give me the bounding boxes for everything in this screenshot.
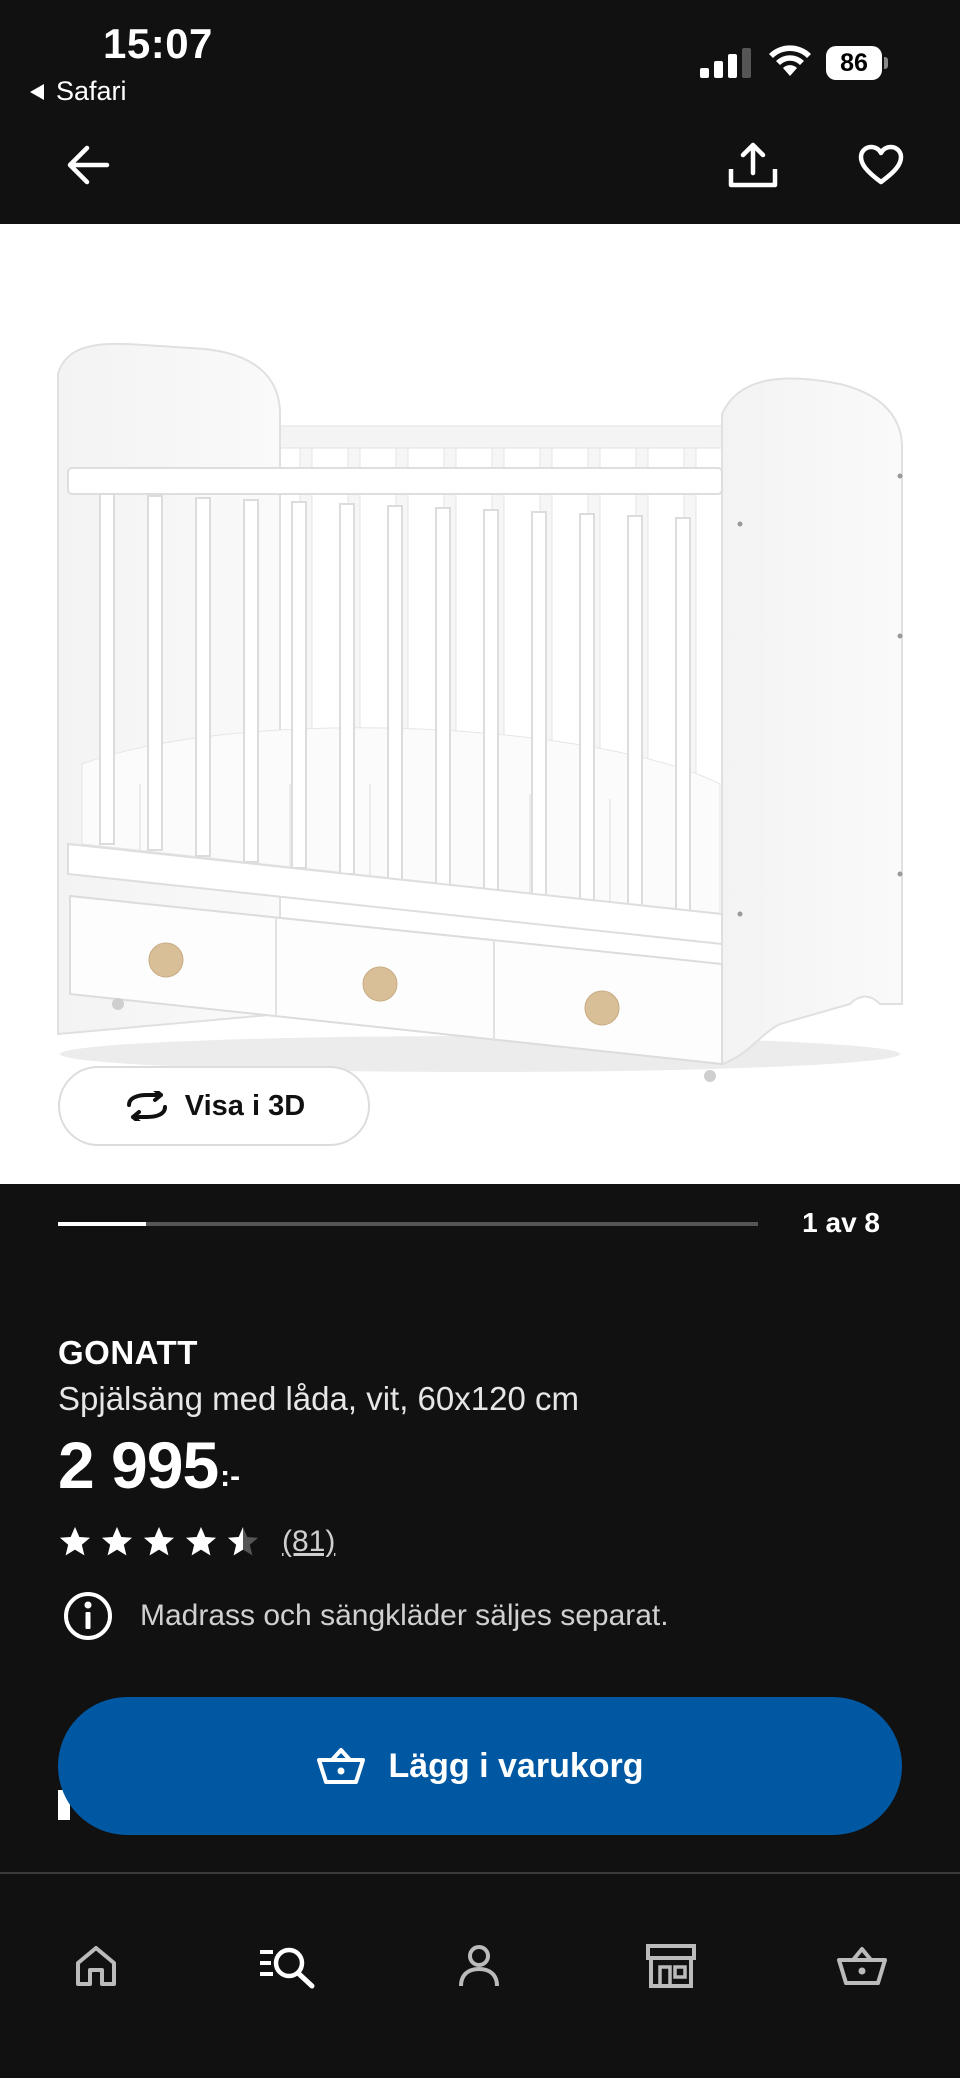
wifi-icon <box>769 45 811 76</box>
home-icon <box>76 1946 116 1986</box>
star-full-icon <box>144 1527 174 1556</box>
back-button[interactable] <box>53 130 123 200</box>
nav-search[interactable] <box>251 1930 323 2002</box>
status-time: 15:07 <box>103 20 213 67</box>
person-icon <box>459 1945 499 1987</box>
gallery-progress-bar <box>58 1222 758 1226</box>
product-notice: Madrass och sängkläder säljes separat. <box>62 1590 669 1642</box>
price-suffix: :- <box>220 1460 241 1493</box>
product-image-gallery[interactable]: Visa i 3D <box>0 224 960 1184</box>
basket-icon <box>317 1748 366 1784</box>
battery-level: 86 <box>826 46 882 80</box>
nav-home[interactable] <box>60 1930 132 2002</box>
store-icon <box>646 1944 696 1988</box>
gallery-progress-fill <box>58 1222 146 1226</box>
add-to-cart-label: Lägg i varukorg <box>388 1746 644 1785</box>
rotate-icon <box>126 1091 167 1121</box>
product-rating[interactable]: (81) <box>58 1525 335 1559</box>
star-full-icon <box>186 1527 216 1556</box>
back-triangle-icon <box>30 83 44 100</box>
add-to-cart-button[interactable]: Lägg i varukorg <box>58 1697 902 1835</box>
bottom-navigation <box>0 1872 960 2078</box>
product-name: GONATT <box>58 1334 198 1371</box>
battery-indicator: 86 <box>826 46 888 80</box>
star-half-icon <box>228 1527 258 1556</box>
nav-profile[interactable] <box>443 1930 515 2002</box>
status-bar: 15:07 Safari 86 <box>0 0 960 110</box>
battery-nub <box>884 57 888 69</box>
notice-text: Madrass och sängkläder säljes separat. <box>140 1599 669 1632</box>
arrow-left-icon <box>67 145 110 185</box>
back-to-app-link[interactable]: Safari <box>30 76 127 107</box>
share-icon <box>728 142 778 188</box>
view-3d-label: Visa i 3D <box>184 1089 306 1122</box>
rating-stars <box>58 1525 260 1559</box>
price-amount: 2 995 <box>58 1428 219 1502</box>
nav-cart[interactable] <box>826 1930 898 2002</box>
product-image-crib <box>57 342 903 1082</box>
product-price: 2 995 :- <box>58 1432 240 1498</box>
info-icon <box>64 1592 112 1640</box>
star-full-icon <box>102 1527 132 1556</box>
heart-icon <box>858 144 904 185</box>
cellular-signal-icon <box>700 48 751 78</box>
search-list-icon <box>260 1947 315 1989</box>
gallery-counter: 1 av 8 <box>802 1207 880 1238</box>
review-count-link[interactable]: (81) <box>282 1525 335 1559</box>
star-full-icon <box>60 1527 90 1556</box>
view-3d-button[interactable]: Visa i 3D <box>58 1066 370 1146</box>
back-app-label: Safari <box>56 76 127 106</box>
basket-icon <box>837 1947 887 1985</box>
share-button[interactable] <box>718 130 788 200</box>
nav-stores[interactable] <box>635 1930 707 2002</box>
product-description: Spjälsäng med låda, vit, 60x120 cm <box>58 1380 579 1417</box>
favorite-button[interactable] <box>846 130 916 200</box>
app-header <box>0 110 960 224</box>
